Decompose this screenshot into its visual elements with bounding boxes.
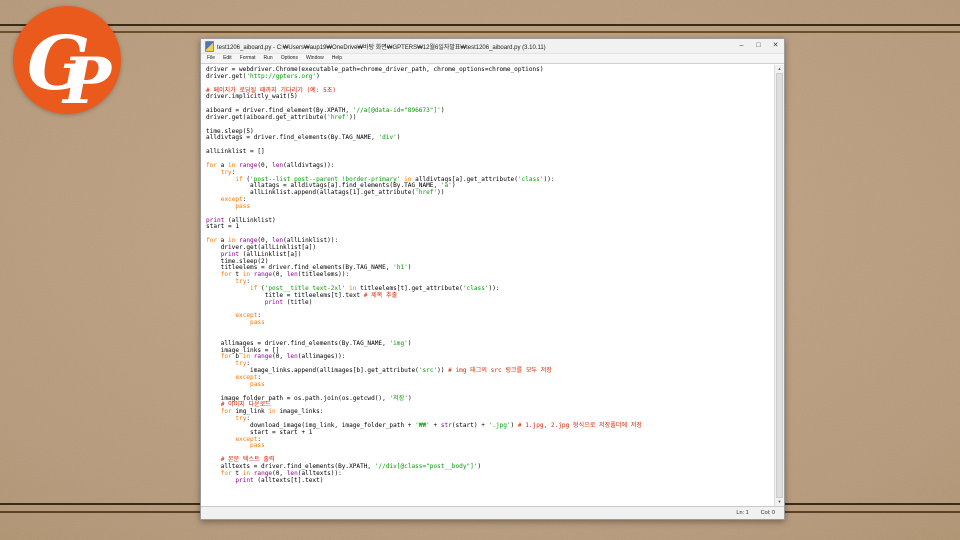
code-line: driver.get('http://gpters.org'): [206, 72, 320, 80]
code-line: print (alltexts[t].text): [235, 476, 324, 484]
code-line: image_links.append(allimages[b].get_attr…: [206, 367, 552, 375]
logo-letter-p: P: [61, 44, 113, 115]
code-line: for b in range(0, len(allimages)):: [220, 353, 346, 361]
code-line: pass: [250, 442, 265, 450]
horizontal-line-top-2: [0, 31, 960, 33]
code-line: print (allLinklist[a]): [220, 250, 302, 258]
python-file-icon: [205, 40, 214, 52]
menu-item-edit[interactable]: Edit: [221, 54, 234, 63]
scroll-down-icon[interactable]: ▼: [775, 498, 784, 506]
code-line: allLinklist.append(allatags[1].get_attri…: [206, 189, 445, 197]
window-controls: – □ ✕: [733, 39, 784, 53]
code-line: for img_link in image_links:: [220, 408, 324, 416]
menu-bar: File Edit Format Run Options Window Help: [201, 54, 784, 64]
code-line: start = start + 1: [206, 428, 313, 436]
code-line: pass: [250, 380, 265, 388]
code-line: alldivtags = driver.find_elements(By.TAG…: [206, 134, 401, 142]
code-line: allimages = driver.find_elements(By.TAG_…: [206, 339, 412, 347]
status-bar: Ln: 1 Col: 0: [201, 506, 784, 519]
code-lines: driver = webdriver.Chrome(executable_pat…: [206, 66, 774, 484]
menu-item-run[interactable]: Run: [262, 54, 275, 63]
code-line: for a in range(0, len(alldivtags)):: [206, 161, 335, 169]
code-line: print (title): [264, 298, 313, 306]
menu-item-options[interactable]: Options: [279, 54, 300, 63]
window-title: test1206_aiboard.py - C:₩Users₩aup19₩One…: [217, 44, 546, 51]
gp-logo: G P: [13, 6, 121, 115]
code-line: for t in range(0, len(titleelems)):: [220, 271, 350, 279]
code-line: pass: [250, 319, 265, 327]
code-editor-area[interactable]: driver = webdriver.Chrome(executable_pat…: [201, 65, 784, 506]
code-line: except:: [235, 312, 262, 320]
code-line: except:: [220, 196, 247, 204]
code-line: image_folder_path = os.path.join(os.getc…: [206, 394, 412, 402]
scrollbar-thumb[interactable]: [776, 73, 783, 498]
minimize-button[interactable]: –: [733, 39, 750, 53]
horizontal-line-top-1: [0, 24, 960, 26]
code-line: allLinklist = []: [206, 148, 265, 156]
code-line: pass: [235, 202, 251, 210]
idle-editor-window: test1206_aiboard.py - C:₩Users₩aup19₩One…: [200, 38, 785, 520]
window-title-bar[interactable]: test1206_aiboard.py - C:₩Users₩aup19₩One…: [201, 39, 784, 54]
menu-item-file[interactable]: File: [205, 54, 217, 63]
maximize-button[interactable]: □: [750, 39, 767, 53]
scroll-up-icon[interactable]: ▲: [775, 65, 784, 73]
code-line: driver.get(aiboard.get_attribute('href')…: [206, 113, 357, 121]
code-line: print (allLinklist): [206, 216, 276, 224]
code-line: start = 1: [206, 223, 240, 231]
status-column-number: Col: 0: [760, 510, 775, 516]
menu-item-help[interactable]: Help: [330, 54, 344, 63]
menu-item-window[interactable]: Window: [304, 54, 326, 63]
code-line: except:: [235, 435, 262, 443]
vertical-scrollbar[interactable]: ▲ ▼: [774, 65, 784, 506]
code-line: except:: [235, 373, 262, 381]
menu-item-format[interactable]: Format: [238, 54, 258, 63]
close-button[interactable]: ✕: [767, 39, 784, 53]
status-line-number: Ln: 1: [736, 510, 749, 516]
code-line: driver.implicitly_wait(5): [206, 93, 298, 101]
